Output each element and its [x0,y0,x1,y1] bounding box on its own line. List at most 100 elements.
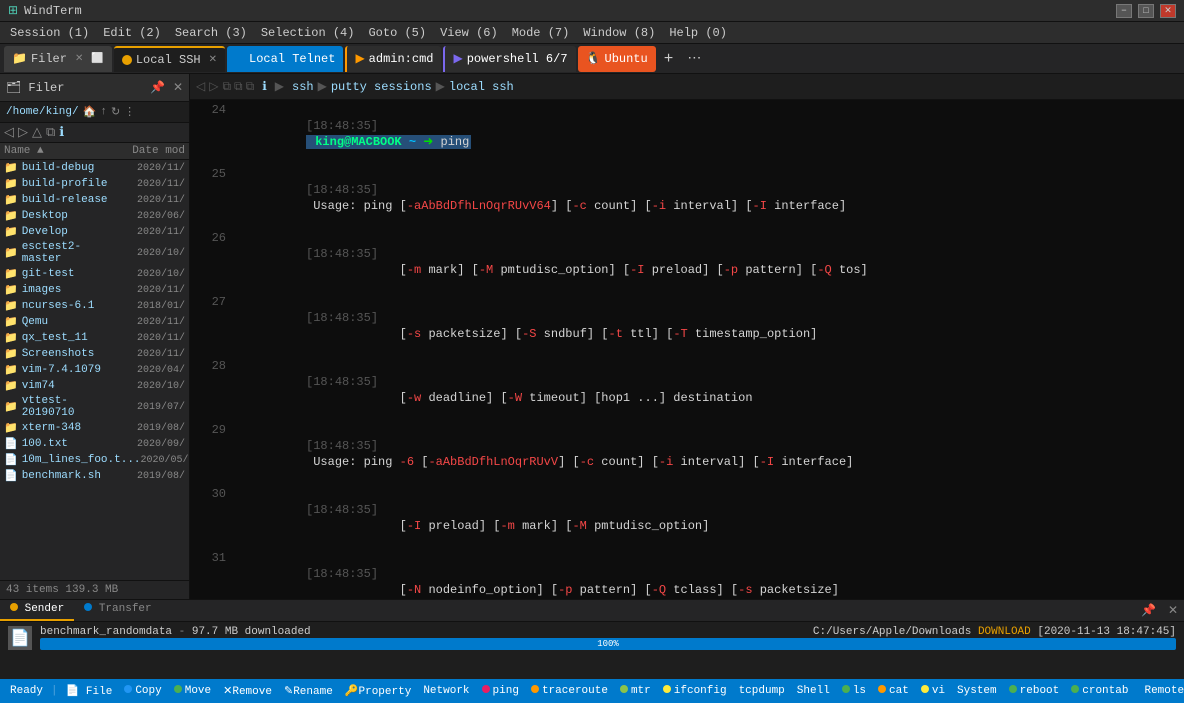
terminal-content[interactable]: 24 [18:48:35] king@MACBOOK ~ ➜ ping 25 [… [190,100,1184,599]
status-vi[interactable]: vi [917,685,949,697]
nav-fwd-icon[interactable]: ▷ [18,125,28,140]
tab-transfer[interactable]: Transfer [74,600,161,621]
ifconfig-dot [663,685,671,693]
filer-info-icon[interactable]: ℹ [59,125,64,140]
filer-list[interactable]: 📁build-debug2020/11/ 📁build-profile2020/… [0,160,189,580]
list-item[interactable]: 📁esctest2-master2020/10/ [0,240,189,266]
tab-local-ssh[interactable]: Local SSH ✕ [114,46,225,72]
copy-icon-1[interactable]: ⧉ [222,80,231,94]
status-system[interactable]: System [953,685,1001,697]
status-file[interactable]: 📄 File [62,684,117,698]
tab-local-ssh-close[interactable]: ✕ [209,54,217,66]
tab-admin-cmd[interactable]: ▶ admin:cmd [345,46,441,72]
terminal-line: 24 [18:48:35] king@MACBOOK ~ ➜ ping [194,102,1184,166]
tab-local-telnet[interactable]: Local Telnet [227,46,343,72]
line-content: [18:48:35] [-I preload] [-m mark] [-M pm… [234,486,1184,550]
status-traceroute[interactable]: traceroute [527,685,612,697]
list-item[interactable]: 📁images2020/11/ [0,282,189,298]
status-tcpdump[interactable]: tcpdump [735,685,789,697]
filer-refresh-icon[interactable]: ↻ [111,105,120,119]
list-item[interactable]: 📄10m_lines_foo.t...2020/05/ [0,452,189,468]
term-nav-right[interactable]: ▷ [209,79,218,94]
status-ping[interactable]: ping [478,685,523,697]
menu-view[interactable]: View (6) [434,24,504,42]
breadcrumb-ssh[interactable]: ssh [292,80,314,94]
list-item[interactable]: 📁xterm-3482019/08/ [0,420,189,436]
menu-session[interactable]: Session (1) [4,24,95,42]
mtr-dot [620,685,628,693]
nav-copy-icon[interactable]: ⧉ [46,125,55,140]
list-item[interactable]: 📁build-release2020/11/ [0,192,189,208]
menu-search[interactable]: Search (3) [169,24,253,42]
nav-up-icon[interactable]: △ [32,125,42,140]
transfer-close-icon[interactable]: ✕ [1162,600,1184,621]
menu-goto[interactable]: Goto (5) [362,24,432,42]
status-ls[interactable]: ls [838,685,870,697]
list-item[interactable]: 📁Qemu2020/11/ [0,314,189,330]
copy-icon-3[interactable]: ⧉ [246,80,255,94]
status-property[interactable]: 🔑Property [341,684,416,698]
line-number: 31 [194,550,226,599]
list-item[interactable]: 📁ncurses-6.12018/01/ [0,298,189,314]
terminal-line: 26 [18:48:35] [-m mark] [-M pmtudisc_opt… [194,230,1184,294]
status-remove[interactable]: ✕Remove [219,684,276,698]
nav-back-icon[interactable]: ◁ [4,125,14,140]
list-item[interactable]: 📁Desktop2020/06/ [0,208,189,224]
status-reboot[interactable]: reboot [1005,685,1064,697]
menu-help[interactable]: Help (0) [663,24,733,42]
close-button[interactable]: ✕ [1160,4,1176,18]
status-cat[interactable]: cat [874,685,913,697]
filer-up-icon[interactable]: ↑ [100,106,107,118]
tab-add-button[interactable]: + [658,50,680,68]
tab-more-button[interactable]: ⋯ [681,50,707,67]
tab-powershell[interactable]: ▶ powershell 6/7 [443,46,575,72]
term-nav-left[interactable]: ◁ [196,79,205,94]
filer-home-icon[interactable]: 🏠 [83,105,97,119]
transfer-dot [84,603,92,611]
transfer-pin-icon[interactable]: 📌 [1135,600,1162,621]
list-item[interactable]: 📁git-test2020/10/ [0,266,189,282]
list-item[interactable]: 📄100.txt2020/09/ [0,436,189,452]
menu-selection[interactable]: Selection (4) [255,24,361,42]
list-item[interactable]: 📁qx_test_112020/11/ [0,330,189,346]
status-ifconfig[interactable]: ifconfig [659,685,731,697]
list-item[interactable]: 📁Develop2020/11/ [0,224,189,240]
menu-window[interactable]: Window (8) [577,24,661,42]
tab-filer-close[interactable]: ✕ [75,53,83,65]
status-rename[interactable]: ✎Rename [280,684,337,698]
bottom-area: Sender Transfer 📌 ✕ 📄 benchmark_randomda… [0,599,1184,679]
status-shell[interactable]: Shell [793,685,834,697]
status-copy[interactable]: Copy [120,685,165,697]
breadcrumb-putty[interactable]: putty sessions [331,80,432,94]
term-info-icon[interactable]: ℹ [262,79,267,94]
tab-filer-pin[interactable]: ⬜ [91,53,103,65]
folder-icon: 📁 [4,347,18,361]
filer-close-icon[interactable]: ✕ [173,80,183,95]
menu-edit[interactable]: Edit (2) [97,24,167,42]
list-item[interactable]: 📁build-debug2020/11/ [0,160,189,176]
status-crontab[interactable]: crontab [1067,685,1132,697]
maximize-button[interactable]: □ [1138,4,1154,18]
copy-icon-2[interactable]: ⧉ [234,80,243,94]
list-item[interactable]: 📁Screenshots2020/11/ [0,346,189,362]
col-name-header: Name ▲ [4,145,115,157]
filer-more-icon[interactable]: ⋮ [124,105,135,119]
filer-pin-icon[interactable]: 📌 [150,80,165,95]
breadcrumb-local-ssh[interactable]: local ssh [449,80,514,94]
tab-filer[interactable]: 📁 Filer ✕ ⬜ [4,46,112,72]
list-item[interactable]: 📁vim-7.4.10792020/04/ [0,362,189,378]
ping-dot [482,685,490,693]
tab-sender[interactable]: Sender [0,600,74,621]
status-mtr[interactable]: mtr [616,685,655,697]
status-move[interactable]: Move [170,685,215,697]
list-item[interactable]: 📁build-profile2020/11/ [0,176,189,192]
terminal-area[interactable]: ◁ ▷ ⧉ ⧉ ⧉ ℹ ▶ ssh ▶ putty sessions ▶ loc… [190,74,1184,599]
minimize-button[interactable]: − [1116,4,1132,18]
list-item[interactable]: 📁vim742020/10/ [0,378,189,394]
status-network[interactable]: Network [419,685,473,697]
tab-ubuntu[interactable]: 🐧 Ubuntu [578,46,656,72]
list-item[interactable]: 📁vttest-201907102019/07/ [0,394,189,420]
menu-mode[interactable]: Mode (7) [506,24,576,42]
list-item[interactable]: 📄benchmark.sh2019/08/ [0,468,189,484]
status-ready: Ready [6,685,47,697]
